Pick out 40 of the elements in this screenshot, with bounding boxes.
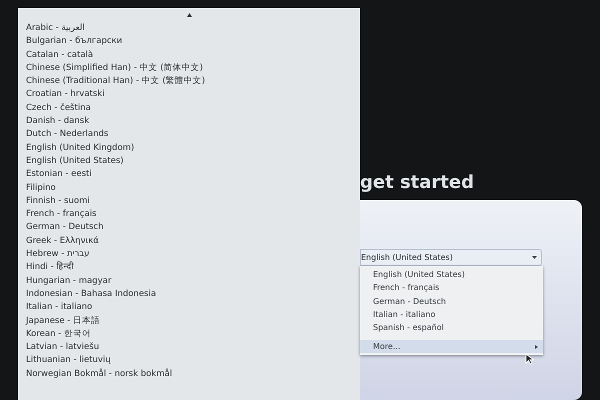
language-menu-item[interactable]: Japanese - 日本語 [26, 314, 100, 328]
language-menu-item[interactable]: Arabic - العربية [26, 22, 85, 36]
language-menu-item[interactable]: Hindi - हिन्दी [26, 261, 74, 275]
language-menu-item[interactable]: Indonesian - Bahasa Indonesia [26, 288, 156, 302]
language-menu-item[interactable]: Latvian - latviešu [26, 341, 100, 354]
scroll-up-icon[interactable] [186, 13, 192, 17]
caret-icon [532, 256, 537, 259]
dropdown-option[interactable]: French - français [360, 281, 543, 295]
language-menu-item[interactable]: German - Deutsch [26, 221, 104, 235]
language-select[interactable]: English (United States) [360, 249, 542, 266]
mouse-cursor-icon [525, 353, 535, 366]
dropdown-option[interactable]: German - Deutsch [360, 294, 543, 308]
dropdown-option[interactable]: English (United States) [360, 268, 543, 282]
language-menu-item[interactable]: French - français [26, 208, 96, 222]
more-submenu-item[interactable]: More... [360, 340, 543, 354]
language-menu-item[interactable]: Korean - 한국어 [26, 328, 91, 342]
language-menu-item[interactable]: Lithuanian - lietuvių [26, 354, 111, 368]
dropdown-option[interactable]: Spanish - español [360, 321, 543, 334]
language-menu-item[interactable]: Norwegian Bokmål - norsk bokmål [26, 368, 172, 382]
language-menu-item[interactable]: Filipino [26, 182, 56, 195]
submenu-arrow-icon [535, 344, 538, 349]
language-menu-item[interactable]: Bulgarian - български [26, 35, 122, 49]
page-heading: get started [360, 171, 476, 195]
dropdown-option[interactable]: Italian - italiano [360, 308, 543, 322]
language-menu-item[interactable]: English (United Kingdom) [26, 142, 134, 155]
language-menu-item[interactable]: Hebrew - עברית [26, 248, 90, 262]
language-menu-item[interactable]: Catalan - català [26, 48, 94, 62]
language-menu-item[interactable]: Dutch - Nederlands [26, 128, 108, 142]
language-menu-item[interactable]: Danish - dansk [26, 115, 90, 128]
language-menu-item[interactable]: Finnish - suomi [26, 194, 90, 208]
language-menu-item[interactable]: Italian - italiano [26, 301, 92, 315]
language-menu-item[interactable]: Chinese (Simplified Han) - 中文 (简体中文) [26, 62, 203, 76]
language-menu-item[interactable]: Hungarian - magyar [26, 274, 112, 288]
language-menu-item[interactable]: Czech - čeština [26, 102, 91, 116]
select-value: English (United States) [361, 252, 453, 264]
language-menu-item[interactable]: Estonian - eesti [26, 168, 92, 182]
language-menu-item[interactable]: Croatian - hrvatski [26, 88, 105, 102]
language-menu-item[interactable]: English (United States) [26, 154, 124, 168]
language-menu-item[interactable]: Greek - Ελληνικά [26, 234, 99, 248]
language-menu-item[interactable]: Chinese (Traditional Han) - 中文 (繁體中文) [26, 75, 206, 88]
